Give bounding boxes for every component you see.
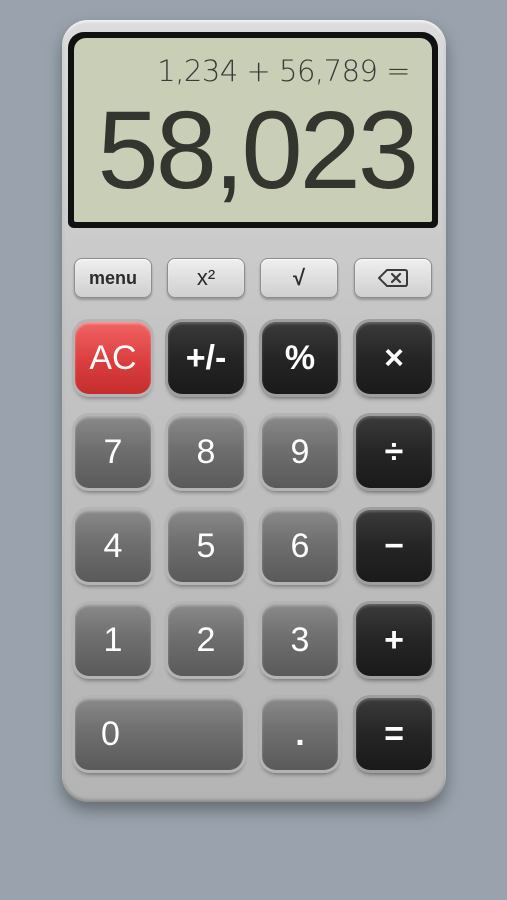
digit-5-button[interactable]: 5 (168, 510, 244, 582)
equals-button[interactable]: = (356, 698, 432, 770)
decimal-button[interactable]: . (262, 698, 338, 770)
sqrt-button[interactable]: √ (260, 258, 338, 298)
lcd-screen: 1,234 + 56,789 = 58,023 (74, 38, 432, 222)
digit-6-button[interactable]: 6 (262, 510, 338, 582)
add-button[interactable]: + (356, 604, 432, 676)
negate-button[interactable]: +/- (168, 322, 244, 394)
divide-button[interactable]: ÷ (356, 416, 432, 488)
digit-0-button[interactable]: 0 (75, 698, 243, 770)
lcd-display: 1,234 + 56,789 = 58,023 (68, 32, 438, 228)
digit-8-button[interactable]: 8 (168, 416, 244, 488)
digit-7-button[interactable]: 7 (75, 416, 151, 488)
square-button[interactable]: x² (167, 258, 245, 298)
result-readout: 58,023 (97, 89, 419, 212)
digit-3-button[interactable]: 3 (262, 604, 338, 676)
subtract-button[interactable]: − (356, 510, 432, 582)
calculator-body: 1,234 + 56,789 = 58,023 menu x² √ AC +/-… (62, 20, 446, 802)
menu-button[interactable]: menu (74, 258, 152, 298)
percent-button[interactable]: % (262, 322, 338, 394)
digit-9-button[interactable]: 9 (262, 416, 338, 488)
backspace-button[interactable] (354, 258, 432, 298)
digit-4-button[interactable]: 4 (75, 510, 151, 582)
expression-readout: 1,234 + 56,789 = (157, 54, 410, 88)
clear-button[interactable]: AC (75, 322, 151, 394)
digit-1-button[interactable]: 1 (75, 604, 151, 676)
digit-2-button[interactable]: 2 (168, 604, 244, 676)
backspace-icon (378, 269, 408, 287)
multiply-button[interactable]: × (356, 322, 432, 394)
